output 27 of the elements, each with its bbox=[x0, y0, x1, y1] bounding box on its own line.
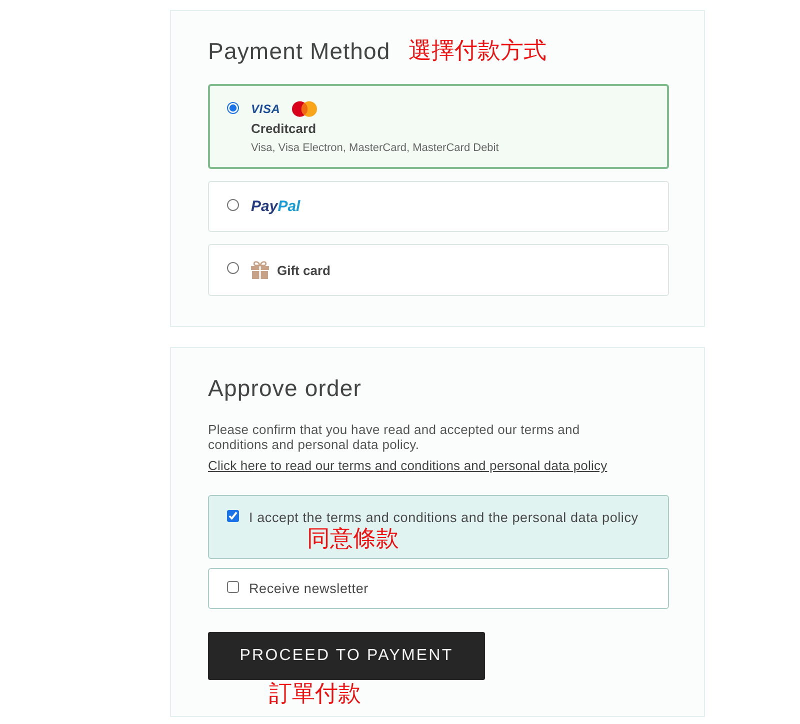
payment-option[interactable]: Gift card bbox=[208, 244, 669, 296]
option-description: Visa, Visa Electron, MasterCard, MasterCard Debit bbox=[251, 142, 499, 155]
visa-logo: VISA bbox=[251, 102, 280, 116]
checkbox[interactable] bbox=[227, 510, 239, 522]
option-label: Creditcard bbox=[251, 121, 318, 136]
paypal-logo: PayPal bbox=[251, 198, 300, 215]
radio-button[interactable] bbox=[227, 102, 239, 114]
proceed-button[interactable]: PROCEED TO PAYMENT bbox=[208, 632, 485, 680]
checkbox-option[interactable]: Receive newsletter bbox=[208, 568, 669, 609]
option-label: Gift card bbox=[277, 262, 330, 278]
radio-button[interactable] bbox=[227, 199, 239, 211]
gift-icon bbox=[251, 261, 269, 279]
confirmation-text: Please confirm that you have read and accepted our terms and conditions and personal data policy. bbox=[208, 422, 581, 452]
section-title: Approve order bbox=[208, 374, 362, 402]
terms-link[interactable]: Click here to read our terms and conditions and personal data policy bbox=[208, 458, 608, 473]
annotation-text: 同意條款 bbox=[307, 527, 399, 551]
payment-option[interactable]: PayPal bbox=[208, 181, 669, 232]
checkbox-label: Receive newsletter bbox=[249, 580, 368, 598]
radio-button[interactable] bbox=[227, 262, 239, 274]
payment-option[interactable]: VISA Creditcard Visa, Visa Electron, MasterCard, MasterCard Debit bbox=[208, 84, 669, 169]
checkbox[interactable] bbox=[227, 581, 239, 593]
annotation-text: 訂單付款 bbox=[269, 680, 361, 708]
checkbox-option[interactable]: I accept the terms and conditions and the personal data policy 同意條款 bbox=[208, 495, 669, 559]
annotation-text: 選擇付款方式 bbox=[408, 37, 546, 65]
overlapping-circles-logo-icon bbox=[292, 101, 318, 117]
section-title: Payment Method bbox=[208, 37, 390, 65]
checkbox-label: I accept the terms and conditions and the personal data policy bbox=[249, 509, 638, 527]
